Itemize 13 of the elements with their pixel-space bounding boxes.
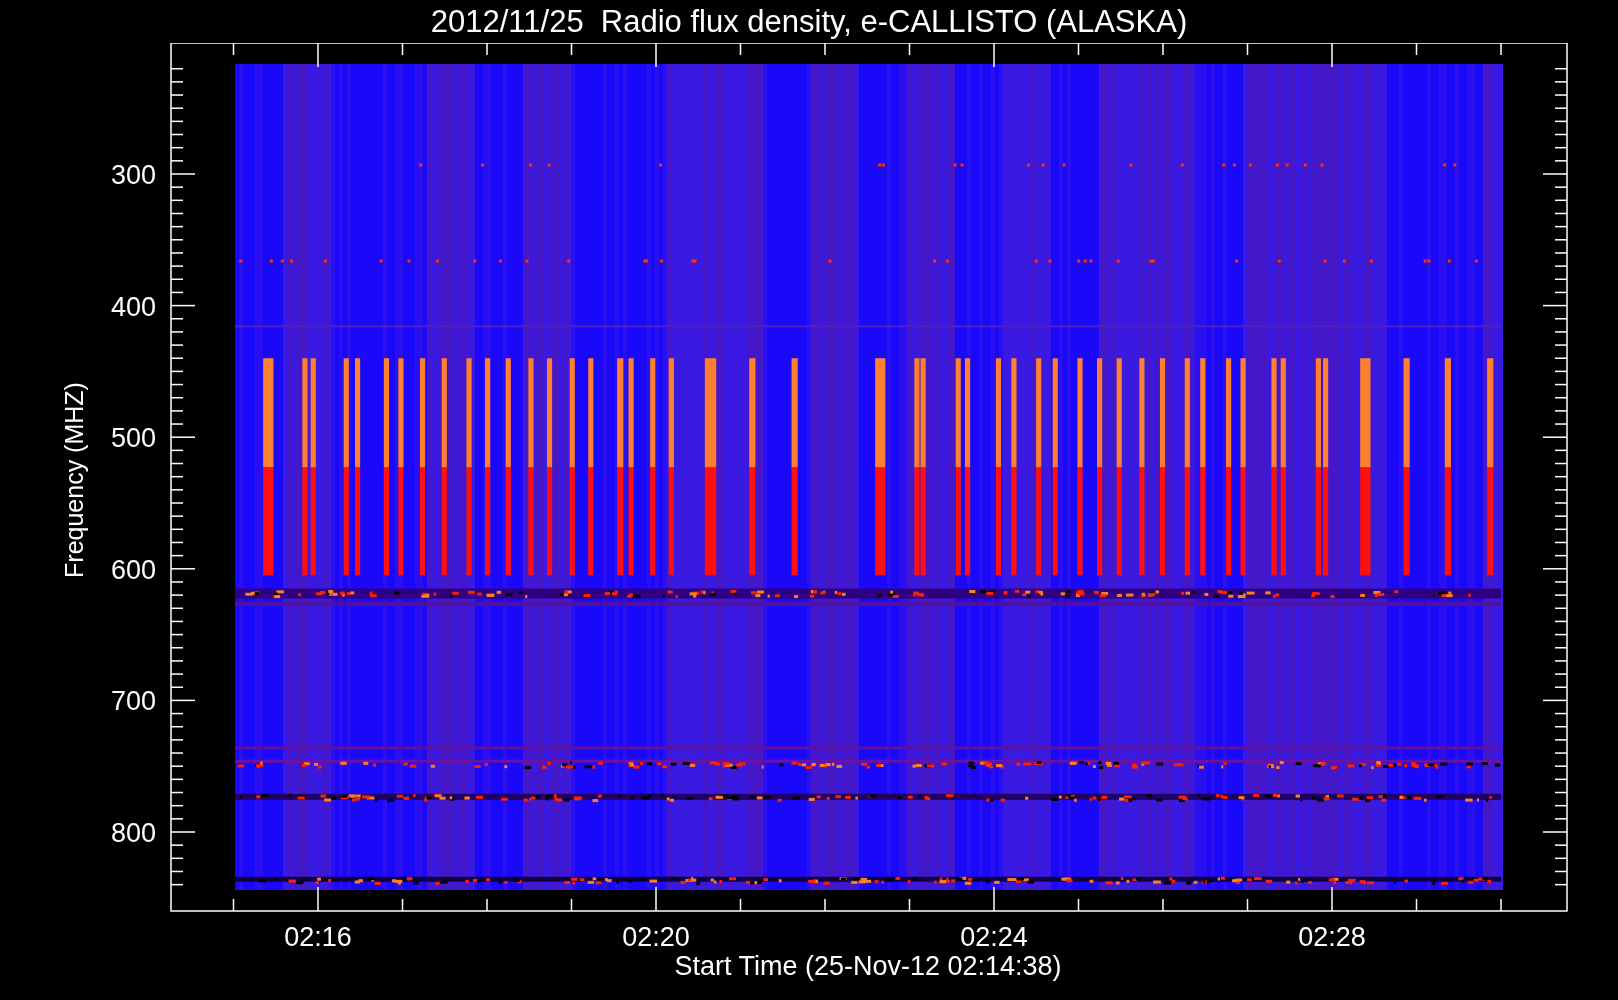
axis-label: Start Time (25-Nov-12 02:14:38) — [674, 951, 1062, 981]
plot-title: 2012/11/25 Radio flux density, e-CALLISTO (ALASKA) — [430, 6, 1188, 37]
tick-label: 600 — [110, 554, 156, 585]
tick-label: 400 — [110, 291, 156, 322]
tick-label: 500 — [110, 423, 156, 454]
tick-label: 300 — [110, 160, 156, 190]
tick-label: 02:24 — [960, 922, 1028, 952]
tick-label: 02:28 — [1298, 922, 1366, 952]
tick-label: 02:16 — [284, 922, 352, 952]
tick-label: 800 — [110, 818, 156, 848]
tick-label: 02:20 — [622, 922, 690, 952]
tick-label: 700 — [110, 686, 156, 717]
axis-label: Frequency (MHZ) — [60, 382, 88, 578]
